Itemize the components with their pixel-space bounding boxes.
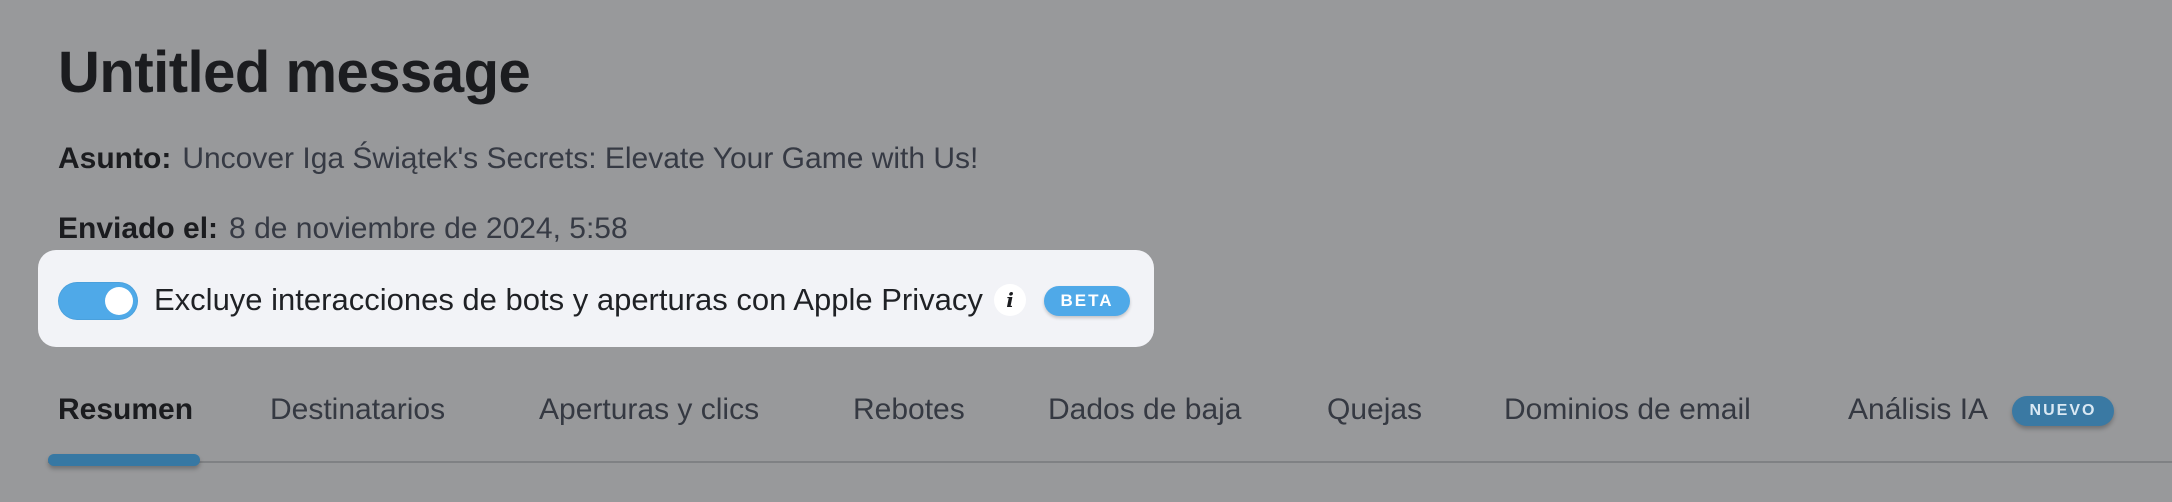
tab-rebotes[interactable]: Rebotes <box>853 390 965 430</box>
tab-aperturas-y-clics[interactable]: Aperturas y clics <box>539 390 759 430</box>
subject-row: Asunto: Uncover Iga Świątek's Secrets: El… <box>58 139 978 179</box>
exclude-bots-toggle[interactable] <box>58 282 138 320</box>
sent-label: Enviado el: <box>58 212 219 245</box>
tab-dominios-de-email[interactable]: Dominios de email <box>1504 390 1751 430</box>
toggle-knob <box>105 287 133 315</box>
beta-badge: BETA <box>1044 286 1130 316</box>
nuevo-badge: NUEVO <box>2012 396 2114 426</box>
tab-destinatarios[interactable]: Destinatarios <box>270 390 445 430</box>
sent-date-row: Enviado el: 8 de noviembre de 2024, 5:58 <box>58 209 628 249</box>
info-icon[interactable]: i <box>994 284 1026 316</box>
tab-analisis-ia[interactable]: Análisis IA <box>1848 390 1988 430</box>
exclude-bots-label: Excluye interacciones de bots y apertura… <box>154 282 983 317</box>
active-tab-indicator <box>48 454 200 466</box>
page-title: Untitled message <box>58 40 531 105</box>
tab-resumen[interactable]: Resumen <box>58 390 193 430</box>
tab-dados-de-baja[interactable]: Dados de baja <box>1048 390 1241 430</box>
report-tabs: Resumen Destinatarios Aperturas y clics … <box>0 380 2172 480</box>
subject-label: Asunto: <box>58 142 172 175</box>
privacy-filter-card: Excluye interacciones de bots y apertura… <box>38 250 1154 347</box>
tabs-divider <box>48 461 2172 463</box>
subject-value: Uncover Iga Świątek's Secrets: Elevate Y… <box>182 142 979 175</box>
sent-value: 8 de noviembre de 2024, 5:58 <box>229 212 628 245</box>
message-report-page: Untitled message Asunto: Uncover Iga Świą… <box>0 0 2172 502</box>
tab-quejas[interactable]: Quejas <box>1327 390 1422 430</box>
